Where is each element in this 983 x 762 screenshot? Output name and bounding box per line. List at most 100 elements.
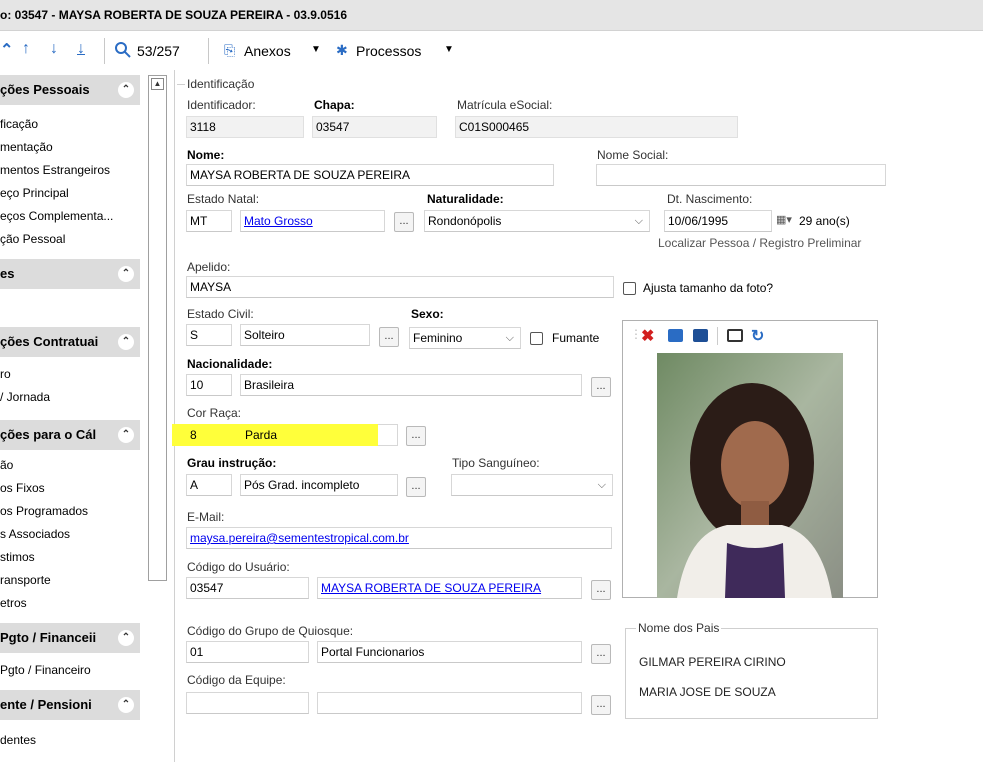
nome-social-field[interactable] [596,164,886,186]
cor-raca-lookup-button[interactable]: ... [406,426,426,446]
window-title: o: 03547 - MAYSA ROBERTA DE SOUZA PEREIR… [0,0,983,31]
chevron-up-icon[interactable]: ⌃ [118,266,134,282]
scroll-up-icon[interactable]: ▲ [151,78,164,90]
nacionalidade-name[interactable]: Brasileira [240,374,582,396]
chevron-up-icon[interactable]: ⌃ [118,630,134,646]
codigo-usuario-name[interactable]: MAYSA ROBERTA DE SOUZA PEREIRA [317,577,582,599]
sidebar-section-header[interactable]: Pgto / Financeii ⌃ [0,623,140,653]
sexo-select[interactable]: Feminino [409,327,521,349]
rotate-icon[interactable]: ↻ [751,326,764,346]
image-icon[interactable] [668,329,683,342]
estado-natal-name[interactable]: Mato Grosso [240,210,385,232]
sidebar-item[interactable]: / Jornada [0,387,145,407]
sidebar-item[interactable]: ção Pessoal [0,229,145,249]
chevron-up-icon[interactable]: ⌃ [118,82,134,98]
sidebar-item[interactable]: dentes [0,730,145,750]
estado-natal-lookup-button[interactable]: ... [394,212,414,232]
sidebar-section-header[interactable]: ções para o Cál ⌃ [0,420,140,450]
paperclip-icon: ⎘ [224,42,236,58]
calendar-icon[interactable]: ▦▾ [776,213,792,226]
grupo-quiosque-code[interactable]: 01 [186,641,309,663]
nacionalidade-code[interactable]: 10 [186,374,232,396]
grau-instrucao-lookup-button[interactable]: ... [406,477,426,497]
chapa-label: Chapa: [314,98,355,112]
estado-civil-lookup-button[interactable]: ... [379,327,399,347]
equipe-name[interactable] [317,692,582,714]
chevron-up-icon[interactable]: ⌃ [118,697,134,713]
sidebar-section-header[interactable]: ções Contratuai ⌃ [0,327,140,357]
save-icon[interactable] [693,329,708,342]
sidebar-item[interactable]: os Fixos [0,478,145,498]
sidebar-item[interactable]: mentação [0,137,145,157]
toolbar-divider [208,38,209,64]
sidebar-item[interactable]: ransporte [0,570,145,590]
sidebar-item[interactable]: etros [0,593,145,613]
localizar-pessoa-link[interactable]: Localizar Pessoa / Registro Preliminar [658,236,861,250]
section-title: ente / Pensioni [0,697,92,712]
ajusta-foto-checkbox[interactable] [623,282,636,295]
sidebar-item[interactable]: ão [0,455,145,475]
scrollbar[interactable]: ▲ [148,75,167,581]
camera-icon[interactable] [727,329,743,342]
tipo-sanguineo-select[interactable] [451,474,613,496]
sidebar-item[interactable]: stimos [0,547,145,567]
identificador-field[interactable]: 3118 [186,116,304,138]
apelido-field[interactable]: MAYSA [186,276,614,298]
sidebar-section-header[interactable]: ente / Pensioni ⌃ [0,690,140,720]
equipe-lookup-button[interactable]: ... [591,695,611,715]
section-title: ções para o Cál [0,427,97,442]
sidebar-item[interactable]: mentos Estrangeiros [0,160,145,180]
delete-photo-icon[interactable]: ✖ [641,326,654,346]
chapa-field[interactable]: 03547 [312,116,437,138]
mother-name: MARIA JOSE DE SOUZA [639,685,776,699]
matricula-field[interactable]: C01S000465 [455,116,738,138]
fumante-checkbox[interactable] [530,332,543,345]
nome-field[interactable]: MAYSA ROBERTA DE SOUZA PEREIRA [186,164,554,186]
previous-record-icon[interactable]: ↑ [22,40,30,58]
sidebar-item[interactable]: ficação [0,114,145,134]
codigo-usuario-lookup-button[interactable]: ... [591,580,611,600]
grupo-quiosque-lookup-button[interactable]: ... [591,644,611,664]
cor-raca-name[interactable]: Parda [236,424,378,446]
equipe-label: Código da Equipe: [187,673,286,687]
anexos-button[interactable]: Anexos [244,43,291,59]
sexo-label: Sexo: [411,307,444,321]
sidebar-section-header[interactable]: ções Pessoais ⌃ [0,75,140,105]
nacionalidade-lookup-button[interactable]: ... [591,377,611,397]
ajusta-foto-label: Ajusta tamanho da foto? [643,281,774,295]
sidebar-section-header[interactable]: es ⌃ [0,259,140,289]
tipo-sanguineo-label: Tipo Sanguíneo: [452,456,540,470]
nome-social-label: Nome Social: [597,148,669,162]
sidebar-item[interactable]: s Associados [0,524,145,544]
first-record-icon[interactable]: ⌃ [0,40,13,60]
sidebar-item[interactable]: os Programados [0,501,145,521]
processos-button[interactable]: Processos [356,43,421,59]
estado-civil-code[interactable]: S [186,324,232,346]
grau-instrucao-code[interactable]: A [186,474,232,496]
dt-nascimento-label: Dt. Nascimento: [667,192,753,206]
email-field[interactable]: maysa.pereira@sementestropical.com.br [186,527,612,549]
estado-civil-name[interactable]: Solteiro [240,324,370,346]
search-icon[interactable] [114,41,132,59]
sidebar-item[interactable]: eço Principal [0,183,145,203]
chevron-up-icon[interactable]: ⌃ [118,427,134,443]
section-title: ções Pessoais [0,82,90,97]
email-label: E-Mail: [187,510,225,524]
codigo-usuario-code[interactable]: 03547 [186,577,309,599]
sidebar-item[interactable]: ro [0,364,145,384]
naturalidade-select[interactable]: Rondonópolis [424,210,650,232]
dt-nascimento-field[interactable]: 10/06/1995 [664,210,772,232]
sidebar-item[interactable]: eços Complementa... [0,206,145,226]
equipe-code[interactable] [186,692,309,714]
grau-instrucao-name[interactable]: Pós Grad. incompleto [240,474,398,496]
cor-raca-code[interactable]: 8 [172,424,236,446]
chevron-up-icon[interactable]: ⌃ [118,334,134,350]
chevron-down-icon[interactable]: ▼ [444,44,454,55]
sidebar-item[interactable]: Pgto / Financeiro [0,660,145,680]
last-record-icon[interactable]: ↓ [77,40,85,58]
grupo-quiosque-name[interactable]: Portal Funcionarios [317,641,582,663]
apelido-label: Apelido: [187,260,231,274]
estado-natal-code[interactable]: MT [186,210,232,232]
next-record-icon[interactable]: ↓ [50,40,58,58]
chevron-down-icon[interactable]: ▼ [311,44,321,55]
